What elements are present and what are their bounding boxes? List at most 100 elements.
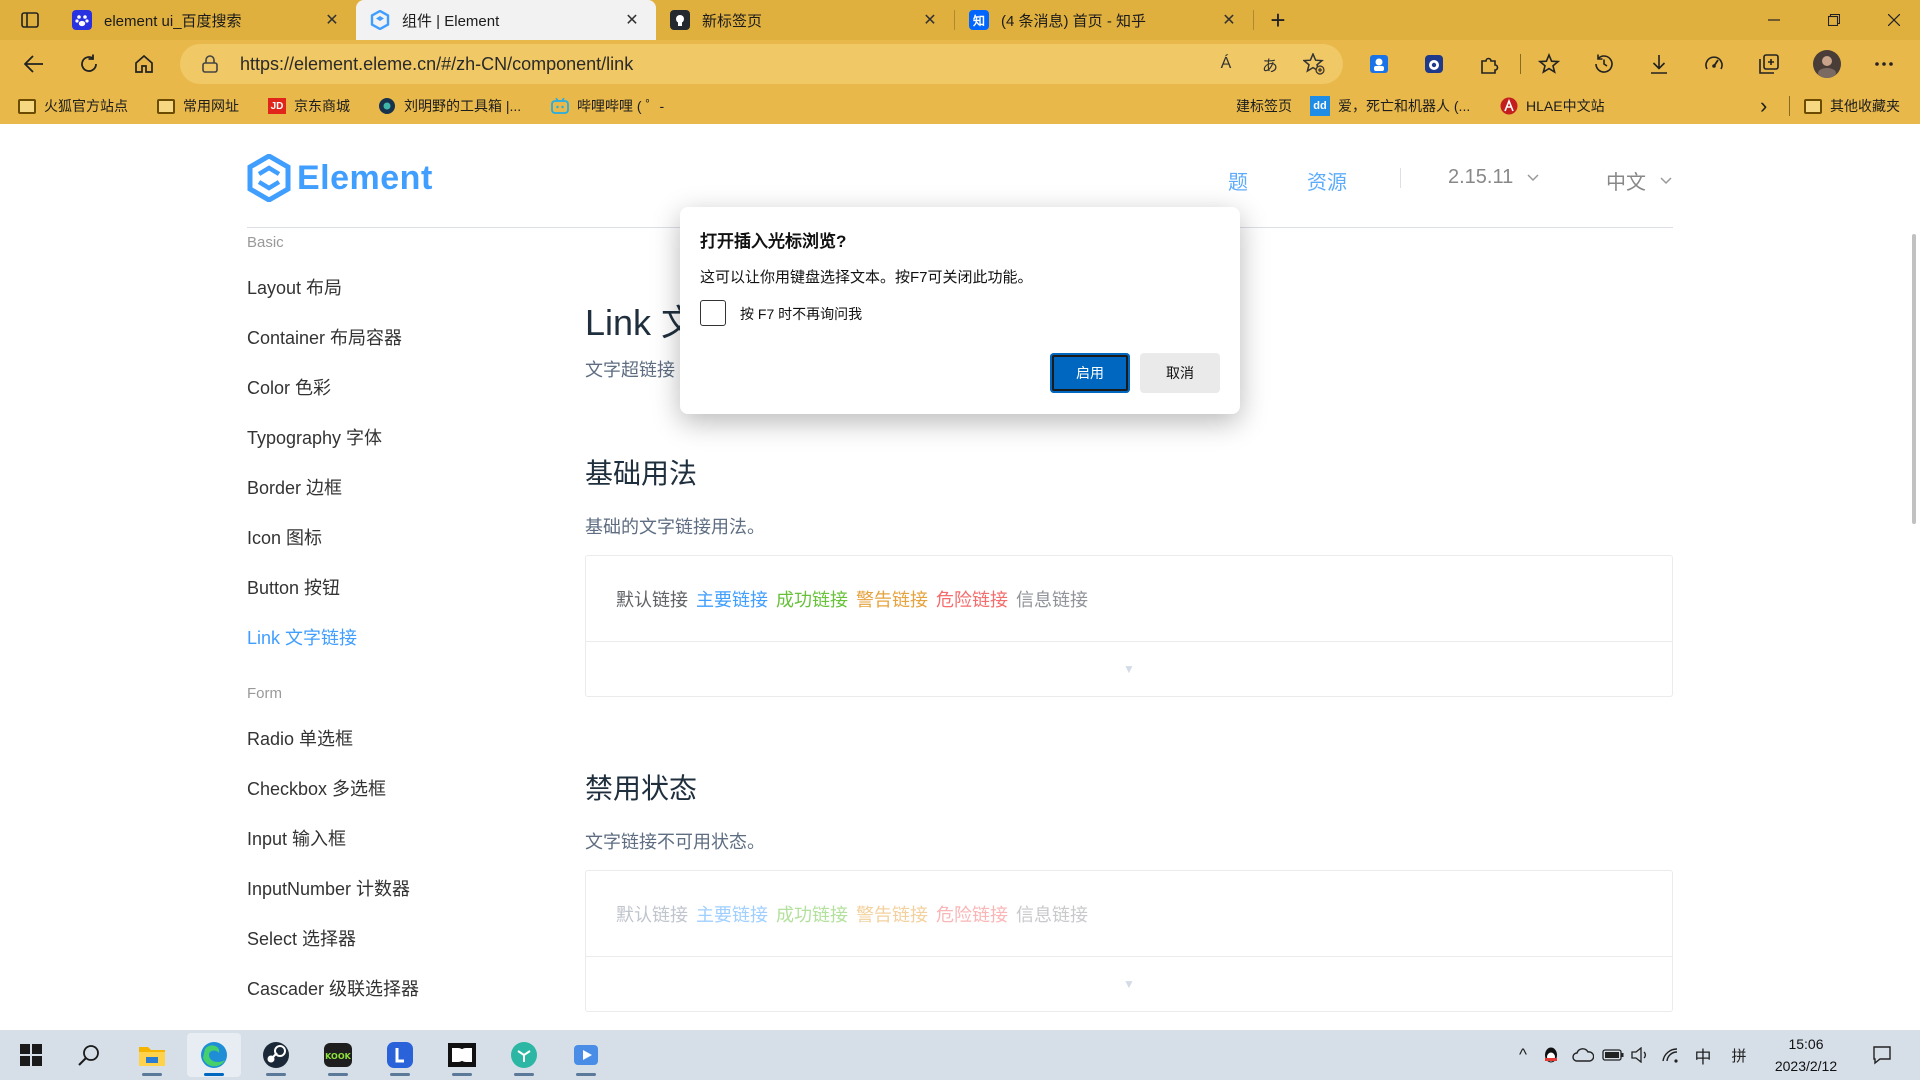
nav-link-resources[interactable]: 资源 bbox=[1307, 166, 1347, 195]
demo-link[interactable]: 主要链接 bbox=[696, 586, 768, 612]
url-text[interactable]: https://element.eleme.cn/#/zh-CN/compone… bbox=[240, 54, 1211, 75]
back-button[interactable] bbox=[18, 48, 50, 80]
start-button[interactable] bbox=[4, 1033, 58, 1077]
read-aloud-icon[interactable]: Á bbox=[1211, 49, 1241, 79]
search-button[interactable] bbox=[62, 1033, 116, 1077]
page-scrollbar[interactable] bbox=[1908, 234, 1920, 524]
bookmark-item[interactable]: HLAE中文站 bbox=[1500, 88, 1605, 124]
sidebar-item-select[interactable]: Select 选择器 bbox=[247, 925, 356, 951]
sidebar-item-inputnumber[interactable]: InputNumber 计数器 bbox=[247, 875, 410, 901]
bookmark-item[interactable]: 建标签页 bbox=[1236, 88, 1292, 124]
tab-close-icon[interactable]: ✕ bbox=[1219, 10, 1239, 30]
tab-element[interactable]: 组件 | Element ✕ bbox=[356, 0, 656, 40]
dont-ask-label[interactable]: 按 F7 时不再询问我 bbox=[740, 304, 862, 324]
sidebar-item-border[interactable]: Border 边框 bbox=[247, 474, 342, 500]
performance-icon[interactable] bbox=[1700, 50, 1728, 78]
sidebar-item-radio[interactable]: Radio 单选框 bbox=[247, 725, 353, 751]
extension-blue-icon[interactable] bbox=[1365, 50, 1393, 78]
bookmark-folder[interactable]: 火狐官方站点 bbox=[18, 88, 128, 124]
bookmark-folder[interactable]: 常用网址 bbox=[157, 88, 239, 124]
sidebar-item-cascader[interactable]: Cascader 级联选择器 bbox=[247, 975, 419, 1001]
bookmarks-more-button[interactable]: › bbox=[1760, 88, 1767, 124]
favorites-icon[interactable] bbox=[1535, 50, 1563, 78]
lenovo-button[interactable] bbox=[373, 1033, 427, 1077]
element-logo[interactable]: Element bbox=[247, 154, 433, 202]
translate-icon[interactable]: あ bbox=[1255, 49, 1285, 79]
bookmark-item[interactable]: dd 爱，死亡和机器人 (... bbox=[1310, 88, 1470, 124]
tray-overflow-icon[interactable]: ^ bbox=[1510, 1030, 1536, 1080]
sidebar-item-layout[interactable]: Layout 布局 bbox=[247, 274, 342, 300]
tab-close-icon[interactable]: ✕ bbox=[920, 10, 940, 30]
demo-links-row: 默认链接 主要链接 成功链接 警告链接 危险链接 信息链接 bbox=[586, 871, 1672, 957]
dont-ask-checkbox[interactable] bbox=[700, 300, 726, 326]
file-explorer-button[interactable] bbox=[125, 1033, 179, 1077]
battery-icon[interactable] bbox=[1600, 1030, 1626, 1080]
sidebar-item-input[interactable]: Input 输入框 bbox=[247, 825, 346, 851]
ime-mode-indicator[interactable]: 拼 bbox=[1726, 1030, 1752, 1080]
ime-language-indicator[interactable]: 中 bbox=[1690, 1030, 1716, 1080]
bookmark-label: 其他收藏夹 bbox=[1830, 98, 1900, 114]
demo-link[interactable]: 默认链接 bbox=[616, 586, 688, 612]
sidebar-item-container[interactable]: Container 布局容器 bbox=[247, 324, 402, 350]
tab-close-icon[interactable]: ✕ bbox=[622, 10, 642, 30]
tab-close-icon[interactable]: ✕ bbox=[322, 10, 342, 30]
demo-link[interactable]: 信息链接 bbox=[1016, 586, 1088, 612]
collections-icon[interactable] bbox=[1755, 50, 1783, 78]
page-subtitle: 文字超链接 bbox=[585, 360, 675, 380]
tab-zhihu[interactable]: 知 (4 条消息) 首页 - 知乎 ✕ bbox=[955, 0, 1253, 40]
media-player-button[interactable] bbox=[559, 1033, 613, 1077]
dolby-button[interactable] bbox=[435, 1033, 489, 1077]
tab-new-tab[interactable]: 新标签页 ✕ bbox=[656, 0, 954, 40]
wifi-icon[interactable] bbox=[1658, 1030, 1684, 1080]
sidebar-item-checkbox[interactable]: Checkbox 多选框 bbox=[247, 775, 386, 801]
downloads-icon[interactable] bbox=[1645, 50, 1673, 78]
demo-expand-control[interactable]: ▼ bbox=[586, 642, 1672, 696]
app-button[interactable] bbox=[497, 1033, 551, 1077]
notification-button[interactable] bbox=[1862, 1030, 1902, 1080]
language-dropdown[interactable]: 中文 bbox=[1606, 166, 1672, 195]
sidebar-item-typography[interactable]: Typography 字体 bbox=[247, 424, 382, 450]
scrollbar-thumb[interactable] bbox=[1912, 234, 1916, 524]
bookmark-item[interactable]: 哔哩哔哩 ( ゜- bbox=[551, 88, 664, 124]
demo-expand-control[interactable]: ▼ bbox=[586, 957, 1672, 1011]
jd-icon: JD bbox=[268, 98, 286, 114]
add-favorite-icon[interactable] bbox=[1299, 49, 1329, 79]
demo-link[interactable]: 危险链接 bbox=[936, 586, 1008, 612]
history-icon[interactable] bbox=[1590, 50, 1618, 78]
tab-baidu[interactable]: element ui_百度搜索 ✕ bbox=[58, 0, 356, 40]
restore-button[interactable] bbox=[1804, 0, 1864, 40]
system-clock[interactable]: 15:06 2023/2/12 bbox=[1766, 1033, 1846, 1077]
new-tab-button[interactable]: + bbox=[1254, 5, 1302, 35]
bookmark-folder[interactable]: 其他收藏夹 bbox=[1804, 88, 1900, 124]
version-dropdown[interactable]: 2.15.11 bbox=[1448, 166, 1539, 189]
onedrive-tray-icon[interactable] bbox=[1570, 1030, 1596, 1080]
sidebar-item-color[interactable]: Color 色彩 bbox=[247, 374, 331, 400]
minimize-button[interactable] bbox=[1744, 0, 1804, 40]
cancel-button[interactable]: 取消 bbox=[1140, 353, 1220, 393]
section-desc-basic: 基础的文字链接用法。 bbox=[585, 517, 765, 537]
bookmark-item[interactable]: 刘明野的工具箱 |... bbox=[378, 88, 521, 124]
extensions-puzzle-icon[interactable] bbox=[1475, 50, 1503, 78]
more-menu-icon[interactable] bbox=[1870, 50, 1898, 78]
tab-actions-button[interactable] bbox=[6, 6, 54, 34]
address-bar[interactable]: https://element.eleme.cn/#/zh-CN/compone… bbox=[180, 44, 1343, 84]
nav-link-partial[interactable]: 题 bbox=[1228, 166, 1248, 195]
sidebar-item-icon[interactable]: Icon 图标 bbox=[247, 524, 322, 550]
demo-link[interactable]: 成功链接 bbox=[776, 586, 848, 612]
enable-button[interactable]: 启用 bbox=[1050, 353, 1130, 393]
steam-button[interactable] bbox=[249, 1033, 303, 1077]
volume-icon[interactable] bbox=[1628, 1030, 1654, 1080]
extension-dark-icon[interactable] bbox=[1420, 50, 1448, 78]
qq-tray-icon[interactable] bbox=[1538, 1030, 1564, 1080]
bookmark-label: 建标签页 bbox=[1236, 98, 1292, 114]
kook-button[interactable]: KOOK bbox=[311, 1033, 365, 1077]
edge-button[interactable] bbox=[187, 1033, 241, 1077]
close-window-button[interactable] bbox=[1864, 0, 1920, 40]
home-button[interactable] bbox=[128, 48, 160, 80]
demo-link[interactable]: 警告链接 bbox=[856, 586, 928, 612]
reload-button[interactable] bbox=[73, 48, 105, 80]
sidebar-item-button[interactable]: Button 按钮 bbox=[247, 574, 340, 600]
sidebar-item-link[interactable]: Link 文字链接 bbox=[247, 624, 357, 650]
bookmark-item[interactable]: JD 京东商城 bbox=[268, 88, 350, 124]
profile-avatar[interactable] bbox=[1812, 49, 1842, 79]
